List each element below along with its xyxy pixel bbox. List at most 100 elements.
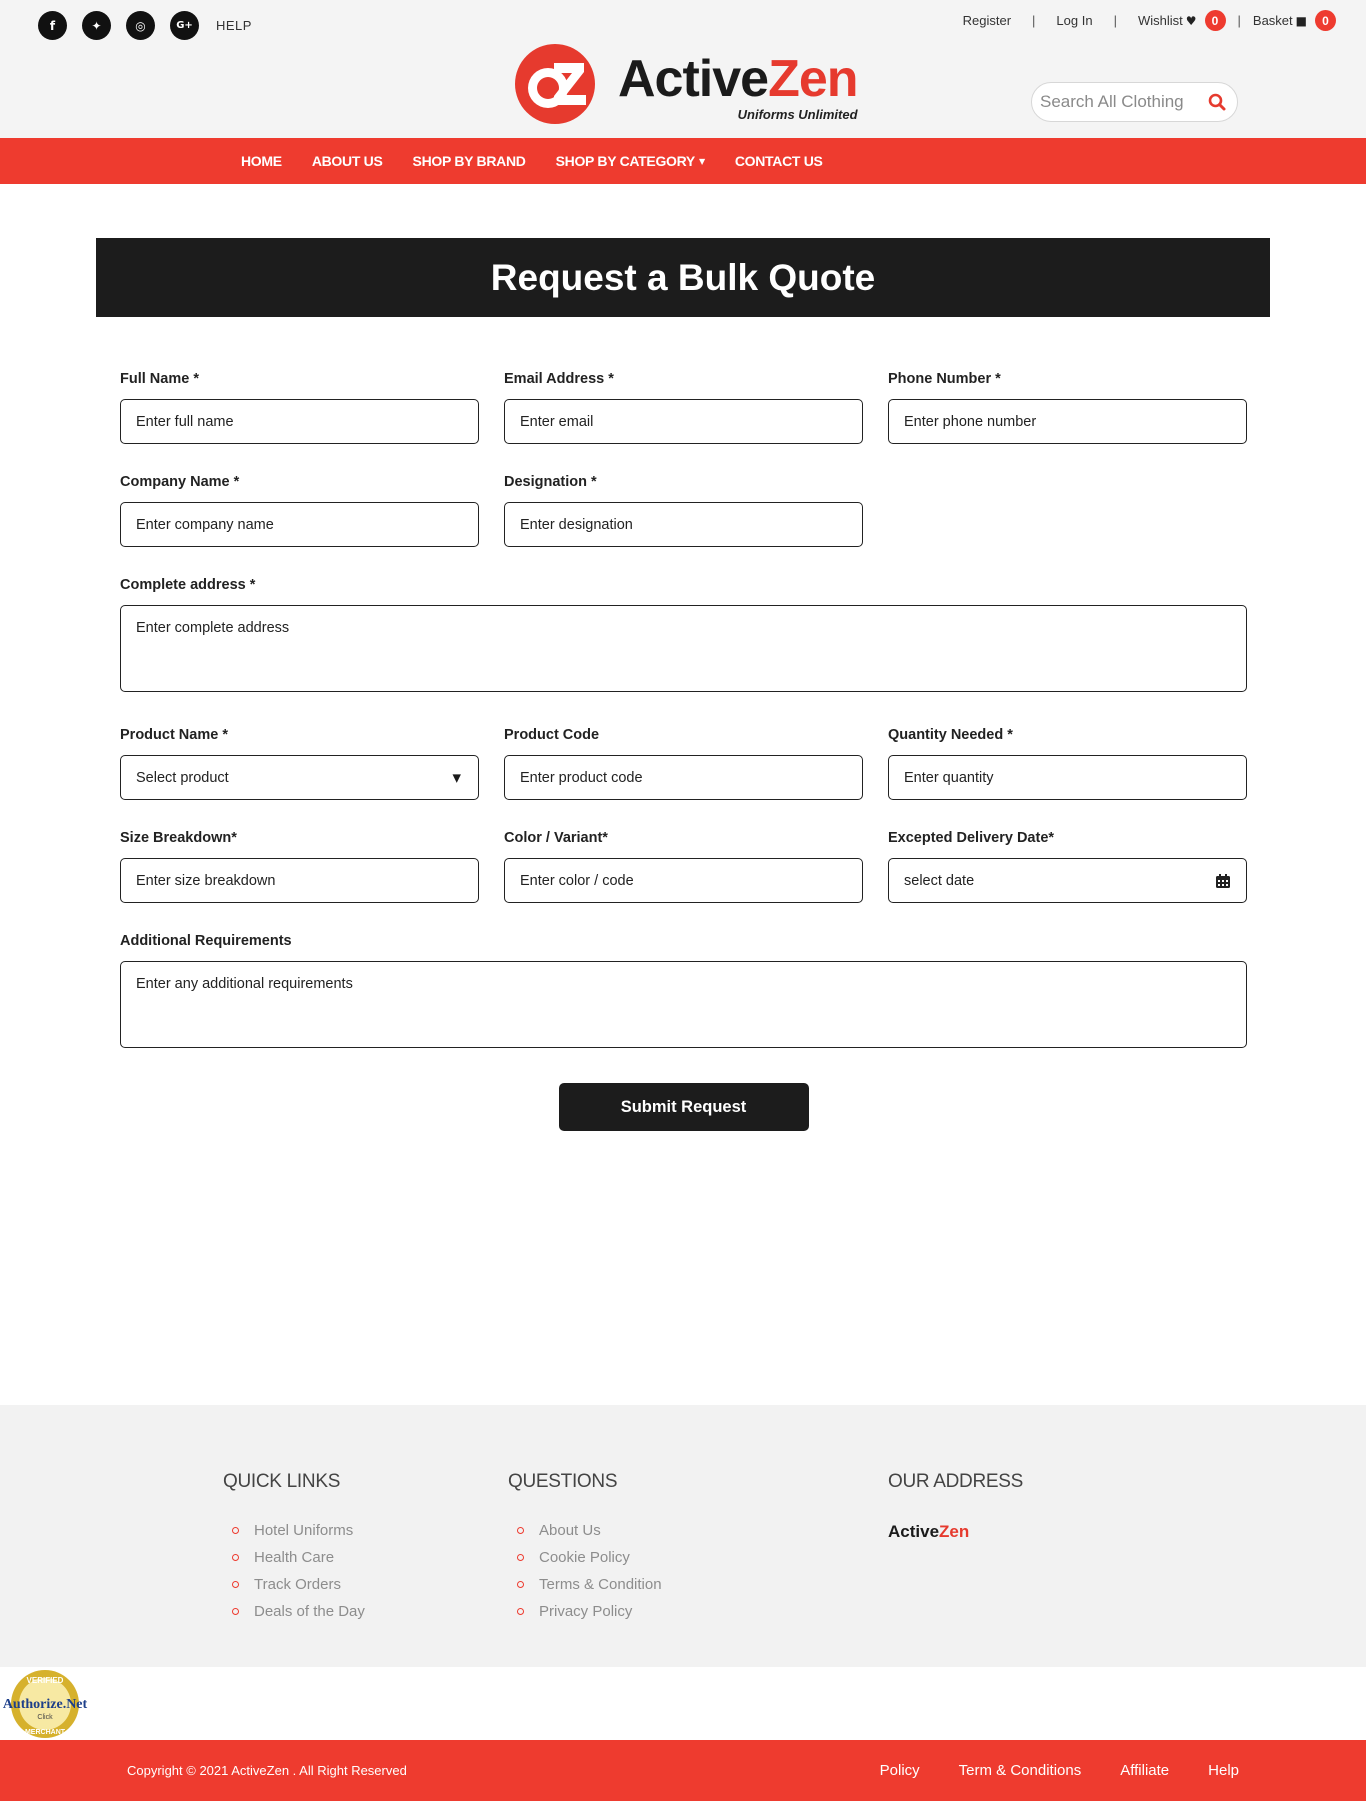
phone-input[interactable] [888,399,1247,444]
seal-click-text: Click [37,1714,53,1721]
footer-link-privacy-policy[interactable]: Privacy Policy [517,1603,662,1620]
product-code-input[interactable] [504,755,863,800]
footer-link-cookie-policy[interactable]: Cookie Policy [517,1549,662,1566]
logo-wordmark: ActiveZen [618,50,859,108]
basket-link[interactable]: Basket ■ 0 [1253,10,1336,31]
twitter-icon[interactable]: ✦ [82,11,111,40]
company-name-label: Company Name * [120,474,240,490]
wishlist-count-badge: 0 [1204,10,1226,31]
bottom-bar: Copyright © 2021 ActiveZen . All Right R… [0,1740,1366,1801]
search-box [1031,82,1238,122]
additional-requirements-label: Additional Requirements [120,933,292,949]
full-name-label: Full Name * [120,371,199,387]
nav-home[interactable]: HOME [241,153,282,169]
delivery-date-label: Excepted Delivery Date* [888,830,1055,846]
help-link[interactable]: HELP [216,18,252,33]
login-link[interactable]: Log In [1056,13,1092,28]
company-name-input[interactable] [120,502,479,547]
separator: | [1113,13,1117,28]
address-textarea[interactable] [120,605,1247,692]
address-column: OUR ADDRESS ActiveZen [888,1471,1023,1542]
title-banner: Request a Bulk Quote [96,238,1270,317]
bottom-link-terms[interactable]: Term & Conditions [959,1762,1082,1779]
register-link[interactable]: Register [963,13,1011,28]
seal-top-text: VERIFIED [27,1676,64,1685]
designation-input[interactable] [504,502,863,547]
nav-shop-by-brand[interactable]: SHOP BY BRAND [413,153,526,169]
bullet-icon [517,1554,524,1561]
caret-down-icon: ▼ [452,771,461,784]
footer-link-hotel-uniforms[interactable]: Hotel Uniforms [232,1522,365,1539]
logo-mark-icon [515,44,595,124]
page-title: Request a Bulk Quote [490,256,876,298]
questions-column: QUESTIONS About Us Cookie Policy Terms &… [508,1471,662,1630]
email-label: Email Address * [504,371,614,387]
wishlist-label: Wishlist [1137,13,1183,28]
full-name-input[interactable] [120,399,479,444]
seal-band: VERIFIED Authorize.Net Click MERCHANT [0,1667,1366,1740]
seal-brand-text: Authorize.Net [3,1697,88,1712]
bullet-icon [232,1608,239,1615]
footer-link-about-us[interactable]: About Us [517,1522,662,1539]
address-label: Complete address * [120,577,256,593]
questions-heading: QUESTIONS [508,1471,618,1492]
facebook-icon[interactable]: f [38,11,67,40]
submit-request-button[interactable]: Submit Request [558,1083,809,1131]
bullet-icon [517,1581,524,1588]
size-breakdown-label: Size Breakdown* [120,830,237,846]
color-variant-input[interactable] [504,858,863,903]
calendar-icon[interactable] [1215,873,1231,889]
copyright-text: Copyright © 2021 ActiveZen . All Right R… [127,1763,407,1778]
nav-about-us[interactable]: ABOUT US [312,153,383,169]
logo-tagline: Uniforms Unlimited [737,107,858,122]
heart-icon: ♥ [1185,13,1197,28]
color-variant-label: Color / Variant* [504,830,608,846]
bullet-icon [232,1527,239,1534]
bag-icon: ■ [1295,13,1307,28]
bulk-quote-form: Full Name * Email Address * Phone Number… [120,371,1247,1131]
bottom-link-help[interactable]: Help [1208,1762,1239,1779]
footer-brand: ActiveZen [888,1522,970,1541]
bullet-icon [517,1527,524,1534]
bullet-icon [232,1581,239,1588]
delivery-date-input[interactable] [888,858,1247,903]
search-icon[interactable] [1207,92,1227,112]
footer-link-health-care[interactable]: Health Care [232,1549,365,1566]
additional-requirements-textarea[interactable] [120,961,1247,1048]
instagram-icon[interactable]: ◎ [126,11,155,40]
email-input[interactable] [504,399,863,444]
footer-link-track-orders[interactable]: Track Orders [232,1576,365,1593]
top-header: f ✦ ◎ G+ HELP Register | Log In | Wishli… [0,0,1366,138]
product-select[interactable]: Select product ▼ [120,755,479,800]
basket-count-badge: 0 [1315,10,1336,31]
bullet-icon [517,1608,524,1615]
bottom-link-affiliate[interactable]: Affiliate [1120,1762,1169,1779]
designation-label: Designation * [504,474,597,490]
footer-link-deals-of-the-day[interactable]: Deals of the Day [232,1603,365,1620]
quantity-label: Quantity Needed * [888,727,1013,743]
nav-contact-us[interactable]: CONTACT US [735,153,823,169]
google-plus-icon[interactable]: G+ [170,11,199,40]
search-input[interactable] [1040,92,1200,112]
site-logo[interactable]: ActiveZen Uniforms Unlimited [514,43,859,125]
quick-links-column: QUICK LINKS Hotel Uniforms Health Care T… [223,1471,365,1630]
address-heading: OUR ADDRESS [888,1471,1024,1492]
account-links: Register | Log In | Wishlist ♥ 0 | Baske… [963,10,1336,31]
site-footer: QUICK LINKS Hotel Uniforms Health Care T… [0,1405,1366,1667]
social-links: f ✦ ◎ G+ HELP [38,11,252,40]
footer-link-terms-condition[interactable]: Terms & Condition [517,1576,662,1593]
authorize-net-seal[interactable]: VERIFIED Authorize.Net Click MERCHANT [0,1668,90,1740]
quantity-input[interactable] [888,755,1247,800]
bullet-icon [232,1554,239,1561]
main-nav: HOME ABOUT US SHOP BY BRAND SHOP BY CATE… [0,138,1366,184]
size-breakdown-input[interactable] [120,858,479,903]
separator: | [1237,13,1241,28]
product-name-label: Product Name * [120,727,228,743]
wishlist-link[interactable]: Wishlist ♥ 0 [1138,10,1226,31]
chevron-down-icon: ▼ [698,156,705,166]
nav-shop-by-category[interactable]: SHOP BY CATEGORY ▼ [556,153,706,169]
separator: | [1032,13,1036,28]
phone-label: Phone Number * [888,371,1001,387]
product-code-label: Product Code [504,727,600,743]
bottom-link-policy[interactable]: Policy [880,1762,920,1779]
